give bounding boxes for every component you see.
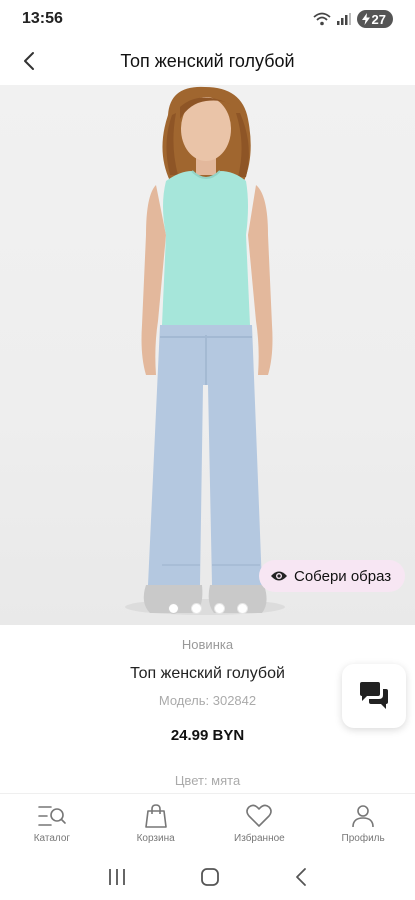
chevron-left-icon	[24, 52, 34, 70]
carousel-dot[interactable]	[213, 603, 225, 614]
wifi-icon	[312, 12, 331, 26]
status-time: 13:56	[22, 10, 63, 27]
signal-icon	[336, 13, 351, 25]
person-icon	[352, 805, 374, 828]
bag-icon	[144, 804, 167, 828]
app-header: Топ женский голубой	[0, 38, 415, 84]
new-badge: Новинка	[181, 637, 234, 652]
nav-profile[interactable]: Профиль	[311, 794, 415, 853]
catalog-icon	[38, 806, 66, 826]
bottom-nav: Каталог Корзина Избранное Профиль	[0, 793, 415, 853]
battery-level: 27	[371, 11, 386, 27]
nav-cart[interactable]: Корзина	[104, 794, 208, 853]
product-price: 24.99 BYN	[170, 727, 245, 744]
back-button[interactable]	[14, 46, 44, 76]
recent-apps-icon[interactable]	[107, 868, 127, 886]
nav-favorites[interactable]: Избранное	[208, 794, 312, 853]
home-icon[interactable]	[200, 867, 220, 887]
build-outfit-button[interactable]: Собери образ	[259, 560, 405, 592]
status-bar: 13:56 27	[0, 0, 415, 38]
carousel-dot[interactable]	[167, 603, 179, 614]
carousel-dot[interactable]	[236, 603, 248, 614]
nav-catalog-label: Каталог	[33, 833, 71, 844]
carousel-dots	[0, 603, 415, 614]
nav-favorites-label: Избранное	[234, 833, 285, 844]
status-icons: 27	[312, 10, 393, 28]
chat-icon	[360, 682, 388, 709]
heart-icon	[246, 804, 273, 827]
back-nav-icon[interactable]	[294, 867, 308, 887]
nav-profile-label: Профиль	[341, 833, 385, 844]
chat-button[interactable]	[342, 664, 406, 728]
system-nav-bar	[0, 853, 415, 900]
product-image[interactable]	[0, 85, 415, 625]
page-title: Топ женский голубой	[120, 50, 295, 71]
model-illustration	[125, 86, 285, 615]
build-outfit-label: Собери образ	[294, 567, 392, 585]
charging-icon	[361, 13, 370, 25]
nav-cart-label: Корзина	[136, 833, 175, 844]
nav-catalog[interactable]: Каталог	[0, 794, 104, 853]
carousel-dot[interactable]	[190, 603, 202, 614]
product-color[interactable]: Цвет: мята	[0, 773, 415, 788]
battery-indicator: 27	[356, 10, 393, 28]
eye-icon	[271, 571, 287, 581]
